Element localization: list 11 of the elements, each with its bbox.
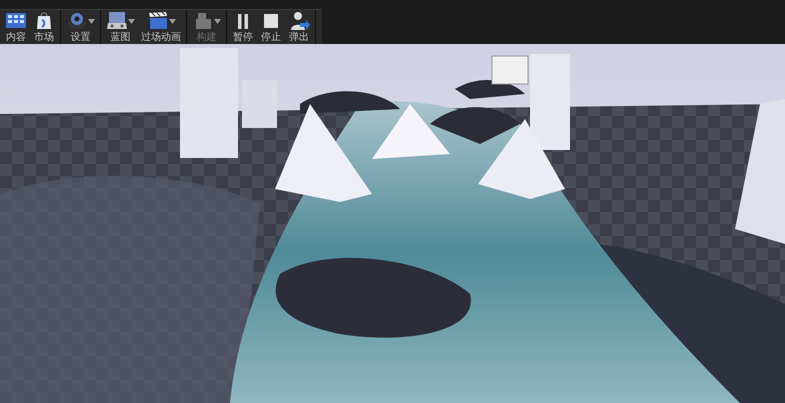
toolbar-button[interactable]: 设置 <box>63 10 98 44</box>
toolbar-button[interactable]: 暂停 <box>229 10 257 44</box>
toolbar-button[interactable]: 市场 <box>30 10 58 44</box>
toolbar-button[interactable]: 内容 <box>2 10 30 44</box>
gamepad-icon <box>106 11 128 31</box>
toolbar-button[interactable]: 过场动画 <box>138 10 184 44</box>
toolbar-button[interactable]: 弹出 <box>285 10 313 44</box>
grid-icon <box>5 11 27 31</box>
toolbar-button[interactable]: 停止 <box>257 10 285 44</box>
toolbar-button[interactable]: 蓝图 <box>103 10 138 44</box>
person-arrow-icon <box>288 11 310 31</box>
